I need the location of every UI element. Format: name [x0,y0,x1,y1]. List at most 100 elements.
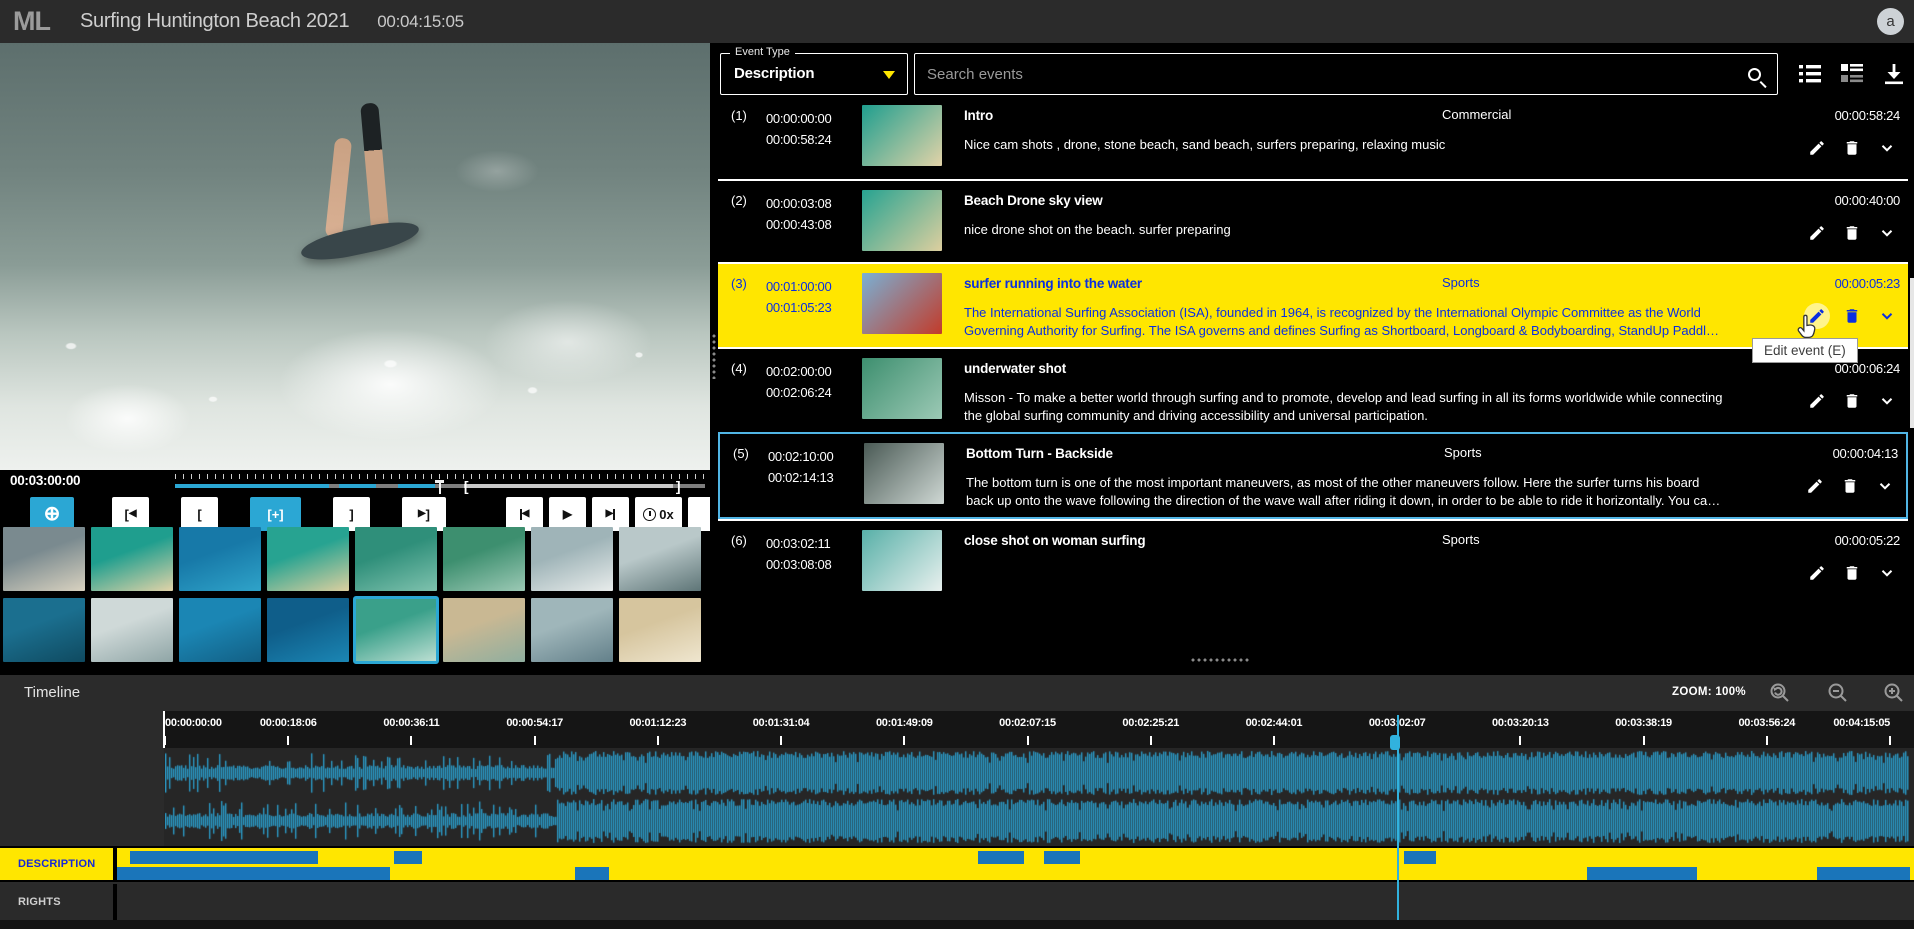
loop-playback-button[interactable]: ⊕ [30,497,74,531]
out-marker-icon[interactable]: ] [676,478,681,494]
set-out-button[interactable]: ] [333,497,370,531]
scrubber-playhead-icon[interactable] [435,480,444,494]
event-thumbnail[interactable] [862,105,942,166]
prev-frame-button[interactable]: ◀ [506,497,543,531]
set-in-button[interactable]: [ [181,497,218,531]
delete-event-icon[interactable] [1839,135,1865,161]
expand-event-icon[interactable] [1874,220,1900,246]
event-row[interactable]: (5) 00:02:10:00 00:02:14:13 Bottom Turn … [718,432,1908,519]
description-event-segment[interactable] [1404,851,1436,864]
search-icon[interactable] [1748,68,1761,81]
scrubber-progress-bar[interactable]: [] [175,484,705,488]
expand-event-icon[interactable] [1874,135,1900,161]
filmstrip-thumbnail[interactable] [267,598,349,662]
filmstrip-thumbnail[interactable] [531,527,613,591]
event-type-dropdown[interactable]: Event Type Description [720,53,908,95]
playback-speed-button[interactable]: 0x [635,497,682,531]
waveform-canvas [165,749,1909,845]
event-row[interactable]: (4) 00:02:00:00 00:02:06:24 underwater s… [718,347,1908,432]
jump-to-out-button[interactable]: ▶] [402,497,446,531]
event-tc-in: 00:02:00:00 [766,361,862,382]
filmstrip-thumbnail[interactable] [91,527,173,591]
filmstrip-thumbnail[interactable] [619,598,701,662]
filmstrip-thumbnail[interactable] [179,527,261,591]
event-tc-out: 00:02:14:13 [768,467,864,488]
filmstrip-thumbnail[interactable] [267,527,349,591]
playhead-handle-icon[interactable] [1390,735,1400,750]
edit-event-icon[interactable] [1804,560,1830,586]
description-event-segment[interactable] [1817,867,1910,880]
track-description[interactable]: DESCRIPTION [0,846,1914,882]
delete-event-icon[interactable] [1839,303,1865,329]
event-thumbnail[interactable] [862,273,942,334]
detail-view-icon[interactable] [1840,63,1864,85]
video-viewport[interactable] [0,43,710,470]
zoom-in-icon[interactable] [1882,681,1906,705]
filmstrip-thumbnail[interactable] [3,598,85,662]
download-icon[interactable] [1882,63,1906,85]
description-event-segment[interactable] [394,851,423,864]
event-row[interactable]: (3) 00:01:00:00 00:01:05:23 surfer runni… [718,262,1908,347]
delete-event-icon[interactable] [1839,220,1865,246]
filmstrip-thumbnail[interactable] [355,598,437,662]
event-thumbnail[interactable] [862,530,942,591]
description-event-segment[interactable] [1587,867,1697,880]
filmstrip-thumbnail[interactable] [91,598,173,662]
filmstrip-thumbnail[interactable] [443,527,525,591]
filmstrip-thumbnail[interactable] [179,598,261,662]
reset-zoom-icon[interactable] [1768,681,1792,705]
play-button[interactable]: ▶ [549,497,586,531]
expand-event-icon[interactable] [1874,388,1900,414]
expand-event-icon[interactable] [1872,473,1898,499]
event-thumbnail[interactable] [862,190,942,251]
user-avatar[interactable]: a [1877,8,1904,35]
audio-waveform-track[interactable] [0,748,1914,846]
filmstrip-thumbnail[interactable] [619,527,701,591]
edit-event-icon[interactable] [1802,473,1828,499]
delete-event-icon[interactable] [1839,388,1865,414]
description-event-segment[interactable] [117,867,390,880]
filmstrip [3,527,709,667]
edit-event-icon[interactable] [1804,135,1830,161]
event-thumbnail[interactable] [864,443,944,504]
event-row[interactable]: (6) 00:03:02:11 00:03:08:08 close shot o… [718,519,1908,602]
app-window: ML Surfing Huntington Beach 2021 00:04:1… [0,0,1914,929]
panel-splitter-vertical[interactable] [710,43,718,675]
event-row[interactable]: (1) 00:00:00:00 00:00:58:24 Intro Commer… [718,96,1908,179]
list-view-icon[interactable] [1798,63,1822,85]
filmstrip-thumbnail[interactable] [3,527,85,591]
filmstrip-thumbnail[interactable] [443,598,525,662]
title-bar: ML Surfing Huntington Beach 2021 00:04:1… [0,0,1914,43]
panel-splitter-horizontal[interactable] [1190,658,1250,662]
in-marker-icon[interactable]: [ [464,478,469,494]
description-event-segment[interactable] [575,867,609,880]
video-scrubber[interactable]: [] [175,472,705,494]
zoom-out-icon[interactable] [1826,681,1850,705]
event-row[interactable]: (2) 00:00:03:08 00:00:43:08 Beach Drone … [718,179,1908,262]
jump-to-in-button[interactable]: [◀ [112,497,149,531]
search-input[interactable] [915,66,1748,83]
event-thumbnail[interactable] [862,358,942,419]
ruler-timecode: 00:01:12:23 [630,717,687,729]
delete-event-icon[interactable] [1839,560,1865,586]
edit-event-icon[interactable] [1804,388,1830,414]
track-description-content[interactable] [117,848,1914,880]
ruler-timecode: 00:04:15:05 [1833,717,1890,729]
scrollbar-thumb[interactable] [1910,278,1914,428]
description-event-segment[interactable] [130,851,319,864]
expand-event-icon[interactable] [1874,560,1900,586]
filmstrip-thumbnail[interactable] [531,598,613,662]
add-subclip-button[interactable]: [+] [250,497,301,531]
delete-event-icon[interactable] [1837,473,1863,499]
ruler-timecode: 00:03:38:19 [1615,717,1672,729]
expand-event-icon[interactable] [1874,303,1900,329]
description-event-segment[interactable] [1044,851,1080,864]
filmstrip-thumbnail[interactable] [355,527,437,591]
next-frame-button[interactable]: ▶ [592,497,629,531]
edit-event-icon[interactable] [1804,220,1830,246]
track-rights-content[interactable] [117,884,1914,920]
timeline-ruler[interactable]: 00:00:00:0000:00:18:0600:00:36:1100:00:5… [0,711,1914,748]
description-event-segment[interactable] [978,851,1025,864]
event-category: Sports [1442,275,1480,290]
track-rights[interactable]: RIGHTS [0,884,1914,920]
